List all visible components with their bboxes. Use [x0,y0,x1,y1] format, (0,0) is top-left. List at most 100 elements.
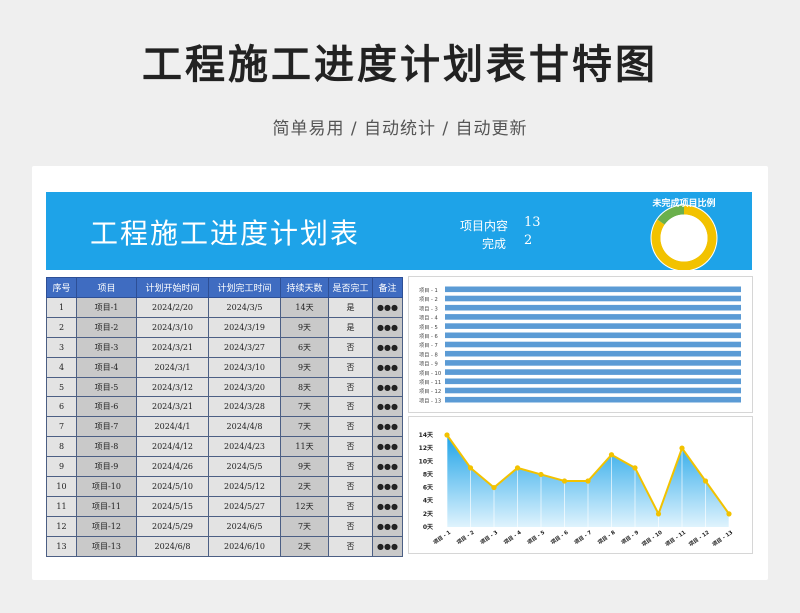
cell-end-date[interactable]: 2024/5/12 [208,476,281,497]
cell-note[interactable]: ●●● [372,356,403,378]
table-row[interactable]: 8 项目-8 2024/4/12 2024/4/23 11天否 ●●● [46,436,403,458]
cell-start-date[interactable]: 2024/6/8 [136,535,209,557]
table-row[interactable]: 1 项目-1 2024/2/20 2024/3/5 14天是 ●●● [46,297,403,318]
table-row[interactable]: 4 项目-4 2024/3/1 2024/3/10 9天否 ●●● [46,356,403,378]
cell-end-date[interactable]: 2024/3/27 [208,336,281,358]
cell-note[interactable]: ●●● [372,376,403,398]
cell-duration[interactable]: 6天 [280,336,329,358]
column-header[interactable]: 计划完工时间 [208,277,281,298]
cell-completed[interactable]: 否 [328,535,373,557]
cell-start-date[interactable]: 2024/3/1 [136,356,209,378]
cell-index[interactable]: 3 [46,336,77,358]
cell-completed[interactable]: 否 [328,456,373,478]
cell-project[interactable]: 项目-3 [76,336,137,358]
column-header[interactable]: 计划开始时间 [136,277,209,298]
cell-note[interactable]: ●●● [372,515,403,537]
cell-start-date[interactable]: 2024/3/21 [136,336,209,358]
column-header[interactable]: 序号 [46,277,77,298]
cell-completed[interactable]: 否 [328,376,373,398]
cell-note[interactable]: ●●● [372,416,403,438]
cell-completed[interactable]: 是 [328,297,373,318]
cell-duration[interactable]: 7天 [280,515,329,537]
cell-end-date[interactable]: 2024/4/23 [208,436,281,458]
cell-duration[interactable]: 8天 [280,376,329,398]
cell-completed[interactable]: 否 [328,476,373,497]
cell-project[interactable]: 项目-9 [76,456,137,478]
cell-project[interactable]: 项目-6 [76,396,137,418]
cell-index[interactable]: 4 [46,356,77,378]
cell-note[interactable]: ●●● [372,436,403,458]
cell-index[interactable]: 7 [46,416,77,438]
cell-project[interactable]: 项目-11 [76,495,137,517]
cell-start-date[interactable]: 2024/3/12 [136,376,209,398]
cell-start-date[interactable]: 2024/4/26 [136,456,209,478]
cell-end-date[interactable]: 2024/3/5 [208,297,281,318]
cell-project[interactable]: 项目-7 [76,416,137,438]
table-row[interactable]: 5 项目-5 2024/3/12 2024/3/20 8天否 ●●● [46,376,403,398]
cell-completed[interactable]: 否 [328,416,373,438]
cell-start-date[interactable]: 2024/3/10 [136,316,209,338]
cell-project[interactable]: 项目-13 [76,535,137,557]
cell-note[interactable]: ●●● [372,456,403,478]
cell-end-date[interactable]: 2024/3/10 [208,356,281,378]
cell-end-date[interactable]: 2024/6/5 [208,515,281,537]
cell-completed[interactable]: 否 [328,356,373,378]
cell-note[interactable]: ●●● [372,476,403,497]
cell-start-date[interactable]: 2024/5/15 [136,495,209,517]
column-header[interactable]: 持续天数 [280,277,329,298]
cell-end-date[interactable]: 2024/4/8 [208,416,281,438]
cell-completed[interactable]: 是 [328,316,373,338]
cell-project[interactable]: 项目-8 [76,436,137,458]
cell-end-date[interactable]: 2024/3/19 [208,316,281,338]
cell-note[interactable]: ●●● [372,316,403,338]
cell-end-date[interactable]: 2024/5/5 [208,456,281,478]
table-row[interactable]: 7 项目-7 2024/4/1 2024/4/8 7天否 ●●● [46,416,403,438]
cell-project[interactable]: 项目-10 [76,476,137,497]
table-row[interactable]: 10 项目-10 2024/5/10 2024/5/12 2天否 ●●● [46,476,403,497]
cell-start-date[interactable]: 2024/2/20 [136,297,209,318]
table-row[interactable]: 11 项目-11 2024/5/15 2024/5/27 12天否 ●●● [46,495,403,517]
cell-start-date[interactable]: 2024/4/1 [136,416,209,438]
cell-start-date[interactable]: 2024/4/12 [136,436,209,458]
cell-project[interactable]: 项目-2 [76,316,137,338]
cell-end-date[interactable]: 2024/6/10 [208,535,281,557]
cell-index[interactable]: 10 [46,476,77,497]
column-header[interactable]: 备注 [372,277,403,298]
cell-completed[interactable]: 否 [328,396,373,418]
table-row[interactable]: 2 项目-2 2024/3/10 2024/3/19 9天是 ●●● [46,316,403,338]
cell-duration[interactable]: 7天 [280,396,329,418]
cell-start-date[interactable]: 2024/5/29 [136,515,209,537]
cell-start-date[interactable]: 2024/5/10 [136,476,209,497]
table-row[interactable]: 6 项目-6 2024/3/21 2024/3/28 7天否 ●●● [46,396,403,418]
cell-duration[interactable]: 9天 [280,356,329,378]
cell-project[interactable]: 项目-5 [76,376,137,398]
cell-note[interactable]: ●●● [372,495,403,517]
cell-index[interactable]: 12 [46,515,77,537]
cell-end-date[interactable]: 2024/5/27 [208,495,281,517]
column-header[interactable]: 是否完工 [328,277,373,298]
cell-completed[interactable]: 否 [328,515,373,537]
column-header[interactable]: 项目 [76,277,137,298]
table-row[interactable]: 12 项目-12 2024/5/29 2024/6/5 7天否 ●●● [46,515,403,537]
cell-index[interactable]: 2 [46,316,77,338]
cell-completed[interactable]: 否 [328,436,373,458]
cell-completed[interactable]: 否 [328,495,373,517]
cell-project[interactable]: 项目-12 [76,515,137,537]
cell-note[interactable]: ●●● [372,396,403,418]
cell-index[interactable]: 1 [46,297,77,318]
cell-note[interactable]: ●●● [372,297,403,318]
cell-index[interactable]: 13 [46,535,77,557]
cell-project[interactable]: 项目-1 [76,297,137,318]
cell-note[interactable]: ●●● [372,336,403,358]
cell-completed[interactable]: 否 [328,336,373,358]
cell-project[interactable]: 项目-4 [76,356,137,378]
table-row[interactable]: 13 项目-13 2024/6/8 2024/6/10 2天否 ●●● [46,535,403,557]
cell-start-date[interactable]: 2024/3/21 [136,396,209,418]
cell-index[interactable]: 6 [46,396,77,418]
cell-duration[interactable]: 14天 [280,297,329,318]
cell-end-date[interactable]: 2024/3/28 [208,396,281,418]
cell-index[interactable]: 8 [46,436,77,458]
cell-duration[interactable]: 12天 [280,495,329,517]
cell-duration[interactable]: 9天 [280,316,329,338]
cell-duration[interactable]: 2天 [280,476,329,497]
